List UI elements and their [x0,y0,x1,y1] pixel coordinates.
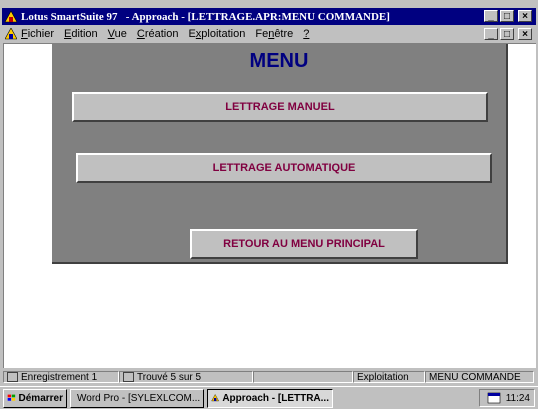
task-word-pro-label: Word Pro - [SYLEXLCOM... [77,392,201,404]
taskbar: Démarrer ? Word Pro - [SYLEXLCOM... Appr… [0,386,538,409]
found-indicator: Trouvé 5 sur 5 [137,372,202,383]
start-button[interactable]: Démarrer [3,388,67,408]
windows-logo-icon [7,394,16,401]
menu-panel: MENU LETTRAGE MANUEL LETTRAGE AUTOMATIQU… [52,44,508,264]
status-empty-cell [253,371,353,383]
record-indicator: Enregistrement 1 [21,372,98,383]
clock[interactable]: 11:24 [506,393,530,404]
lettrage-automatique-button[interactable]: LETTRAGE AUTOMATIQUE [76,153,492,183]
application-window: Lotus SmartSuite 97 - Approach - [LETTRA… [0,0,538,409]
menu-fichier[interactable]: Fichier [21,28,54,40]
title-bar[interactable]: Lotus SmartSuite 97 - Approach - [LETTRA… [2,8,536,25]
mode-indicator[interactable]: Exploitation [353,371,425,383]
doc-maximize-button[interactable]: □ [500,28,514,40]
found-cell[interactable]: Trouvé 5 sur 5 [119,371,253,383]
menu-exploitation[interactable]: Exploitation [188,28,245,40]
view-indicator[interactable]: MENU COMMANDE [425,371,534,383]
find-icon[interactable] [123,372,134,382]
document-icon[interactable] [5,28,17,40]
menu-bar: Fichier Edition Vue Création Exploitatio… [2,26,536,42]
menu-fenetre[interactable]: Fenêtre [255,28,293,40]
menu-help[interactable]: ? [303,28,309,40]
doc-minimize-button[interactable]: _ [484,28,498,40]
close-button[interactable]: × [518,10,532,22]
record-cell[interactable]: Enregistrement 1 [3,371,119,383]
system-tray: 11:24 [479,389,535,407]
doc-close-button[interactable]: × [518,28,532,40]
menu-edition[interactable]: Edition [64,28,98,40]
task-word-pro[interactable]: ? Word Pro - [SYLEXLCOM... [70,388,204,408]
approach-app-icon[interactable] [5,10,17,23]
form-canvas: MENU LETTRAGE MANUEL LETTRAGE AUTOMATIQU… [3,43,536,368]
scheduler-icon[interactable] [487,392,501,404]
retour-menu-principal-button[interactable]: RETOUR AU MENU PRINCIPAL [190,229,418,259]
approach-task-icon [211,394,220,402]
menu-creation[interactable]: Création [137,28,179,40]
task-approach-label: Approach - [LETTRA... [222,392,329,404]
menu-vue[interactable]: Vue [108,28,127,40]
status-bar: Enregistrement 1 Trouvé 5 sur 5 Exploita… [3,370,536,384]
task-approach[interactable]: Approach - [LETTRA... [207,388,333,408]
minimize-button[interactable]: _ [484,10,498,22]
start-label: Démarrer [18,392,63,404]
menu-title: MENU [249,50,309,72]
window-title: Lotus SmartSuite 97 - Approach - [LETTRA… [21,10,390,23]
lettrage-manuel-button[interactable]: LETTRAGE MANUEL [72,92,488,122]
record-nav-icon[interactable] [7,372,18,382]
maximize-button[interactable]: □ [500,10,514,22]
